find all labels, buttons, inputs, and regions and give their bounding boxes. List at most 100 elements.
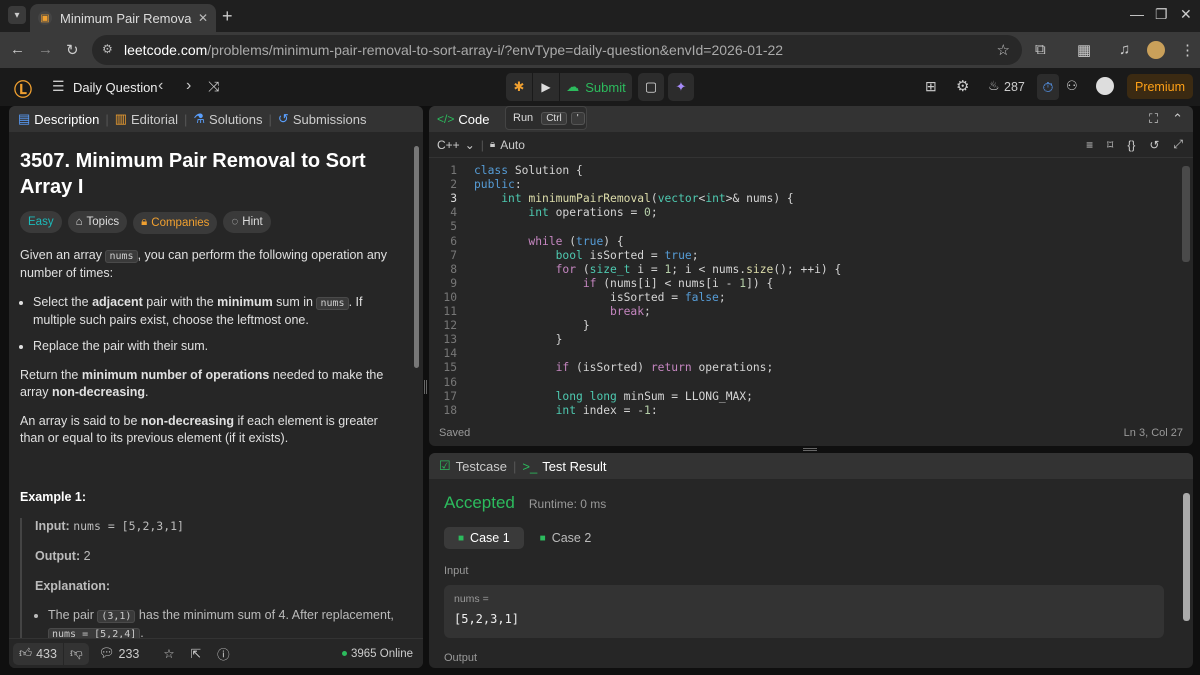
thumbs-up-icon: 👍︎ xyxy=(19,646,33,660)
vertical-splitter[interactable] xyxy=(424,380,427,394)
problem-paragraph-3: An array is said to be non-decreasing if… xyxy=(20,413,395,447)
next-problem-icon[interactable]: › xyxy=(186,77,191,95)
forward-arrow-icon[interactable]: → xyxy=(38,41,53,58)
flask-icon: ⚗ xyxy=(193,111,206,126)
code-bracket-icon: </> xyxy=(437,112,455,126)
b1-bold-1: adjacent xyxy=(92,294,143,309)
reload-icon[interactable]: ↻ xyxy=(66,41,79,59)
browser-tab-active[interactable]: ▣ Minimum Pair Removal to S ✕ xyxy=(30,4,216,32)
favorite-star-icon[interactable]: ☆ xyxy=(163,646,174,661)
p2-bold-1: minimum number of operations xyxy=(81,367,270,382)
comment-icon: 💬︎ xyxy=(98,646,115,660)
address-bar[interactable]: ⚙ leetcode.com/problems/minimum-pair-rem… xyxy=(92,35,1022,65)
line-text: public: xyxy=(474,178,522,192)
site-settings-icon[interactable]: ⚙ xyxy=(102,42,113,56)
line-text: break; xyxy=(610,305,651,318)
premium-button[interactable]: Premium xyxy=(1127,74,1193,99)
like-button[interactable]: 👍︎ 433 xyxy=(13,642,63,665)
topics-chip[interactable]: ⌂ Topics xyxy=(67,211,128,233)
ai-assist-button[interactable]: ✦ xyxy=(668,73,694,101)
leetcode-favicon-icon: ▣ xyxy=(38,11,52,25)
profile-avatar-icon[interactable] xyxy=(1147,41,1165,59)
reset-code-icon[interactable]: ↺ xyxy=(1149,138,1159,152)
line-text: int minimumPairRemoval(vector<int>& nums… xyxy=(501,192,794,206)
description-scrollbar[interactable] xyxy=(414,134,419,634)
tab-description[interactable]: ▤ Description xyxy=(18,111,99,127)
code-line: 3 int minimumPairRemoval(vector<int>& nu… xyxy=(429,192,1181,206)
side-panel-icon[interactable]: ▦ xyxy=(1077,41,1091,59)
expand-editor-icon[interactable]: ⤢ xyxy=(1173,137,1183,152)
line-number: 9 xyxy=(450,276,457,290)
help-icon[interactable]: ⓘ xyxy=(217,644,230,663)
shuffle-icon[interactable]: ⤨ xyxy=(208,78,219,95)
auto-mode-toggle[interactable]: 🔒︎ Auto xyxy=(490,138,525,152)
tab-testcase[interactable]: ☑ Testcase xyxy=(439,458,507,474)
comments-button[interactable]: 💬︎ 233 xyxy=(99,646,140,661)
media-control-icon[interactable]: ♫ xyxy=(1119,41,1130,58)
bookmark-star-icon[interactable]: ☆ xyxy=(997,41,1010,59)
companies-chip[interactable]: 🔒︎ Companies xyxy=(133,211,218,234)
code-line: 13 } xyxy=(429,333,1181,347)
left-panel-tabs: ▤ Description | ▥ Editorial | ⚗ Solutions |… xyxy=(9,106,423,132)
tab-test-result[interactable]: >_ Test Result xyxy=(522,459,606,474)
horizontal-splitter[interactable] xyxy=(803,448,817,451)
code-panel-title: Code xyxy=(458,111,490,127)
output-label: Output: xyxy=(35,548,81,563)
submit-button[interactable]: ☁ Submit xyxy=(560,73,632,101)
line-text: bool isSorted = true; xyxy=(555,248,699,262)
problem-list-icon[interactable]: ☰ xyxy=(52,78,65,95)
browser-menu-icon[interactable]: ⋮ xyxy=(1180,41,1195,59)
tab-solutions[interactable]: ⚗ Solutions xyxy=(193,111,262,127)
back-arrow-icon[interactable]: ← xyxy=(10,41,25,58)
line-text: long long minSum = LLONG_MAX; xyxy=(555,389,753,403)
leetcode-top-nav: Ⓛ ☰ Daily Question ‹ › ⤨ ✱ ▶ ☁ Submit ▢ ✦… xyxy=(0,68,1200,106)
settings-gear-icon[interactable]: ⚙ xyxy=(956,77,969,95)
debug-button[interactable]: ✱ xyxy=(506,73,532,101)
case-2-tab[interactable]: ■ Case 2 xyxy=(526,527,606,549)
line-number: 13 xyxy=(443,333,457,347)
language-select[interactable]: C++ ⌄ xyxy=(437,138,475,152)
case-1-tab[interactable]: ■ Case 1 xyxy=(444,527,524,549)
tab-submissions[interactable]: ↺ Submissions xyxy=(278,111,367,127)
format-icon[interactable]: ≡ xyxy=(1086,138,1093,152)
close-tab-icon[interactable]: ✕ xyxy=(198,11,208,25)
layout-grid-icon[interactable]: ⊞ xyxy=(925,78,937,95)
editor-scrollbar[interactable] xyxy=(1182,166,1190,262)
scrollbar-thumb[interactable] xyxy=(414,146,419,368)
restore-icon[interactable]: ❐ xyxy=(1155,6,1168,23)
dislike-button[interactable]: 👎︎ xyxy=(63,642,89,665)
run-button[interactable]: ▶ xyxy=(533,73,559,101)
braces-icon[interactable]: {} xyxy=(1127,138,1135,152)
p1-text-a: Given an array xyxy=(20,247,106,262)
prev-problem-icon[interactable]: ‹ xyxy=(158,77,163,95)
online-dot-icon xyxy=(341,651,347,656)
fullscreen-icon[interactable]: ⛶ xyxy=(1149,111,1158,127)
invite-user-icon[interactable]: ⚇ xyxy=(1066,78,1078,94)
hint-chip[interactable]: ◌ Hint xyxy=(223,211,271,233)
extensions-icon[interactable]: ⧉ xyxy=(1035,41,1046,58)
bookmark-icon[interactable]: ⌑ xyxy=(1107,138,1113,152)
new-tab-button[interactable]: + xyxy=(222,6,233,27)
line-text: for (size_t i = 1; i < nums.size(); ++i)… xyxy=(555,262,842,276)
notes-button[interactable]: ▢ xyxy=(638,73,664,101)
tab-editorial[interactable]: ▥ Editorial xyxy=(115,111,178,127)
problem-chips: Easy ⌂ Topics 🔒︎ Companies ◌ Hint xyxy=(20,211,395,234)
share-icon[interactable]: ⇱ xyxy=(191,646,201,661)
tab-search-button[interactable]: ▾ xyxy=(8,6,26,24)
test-panel-scrollbar[interactable] xyxy=(1183,493,1190,621)
line-number: 16 xyxy=(443,375,457,389)
timer-icon[interactable]: ⏱ xyxy=(1037,74,1059,100)
collapse-icon[interactable]: ⌃ xyxy=(1172,111,1183,127)
lock-icon: 🔒︎ xyxy=(141,216,148,228)
user-avatar[interactable] xyxy=(1096,77,1114,95)
streak-flame-icon[interactable]: ♨ xyxy=(988,78,1000,94)
input-section-label: Input xyxy=(444,565,469,577)
code-editor[interactable]: 1 class Solution {2 public: 3 int minimumPa… xyxy=(429,164,1181,414)
close-window-icon[interactable]: ✕ xyxy=(1180,6,1192,23)
leetcode-logo-icon[interactable]: Ⓛ xyxy=(14,76,32,102)
line-number: 14 xyxy=(443,347,457,361)
daily-question-link[interactable]: Daily Question xyxy=(73,80,158,95)
tooltip-run-label: Run xyxy=(513,112,534,124)
minimize-icon[interactable]: — xyxy=(1130,6,1144,22)
line-number: 1 xyxy=(450,164,457,177)
